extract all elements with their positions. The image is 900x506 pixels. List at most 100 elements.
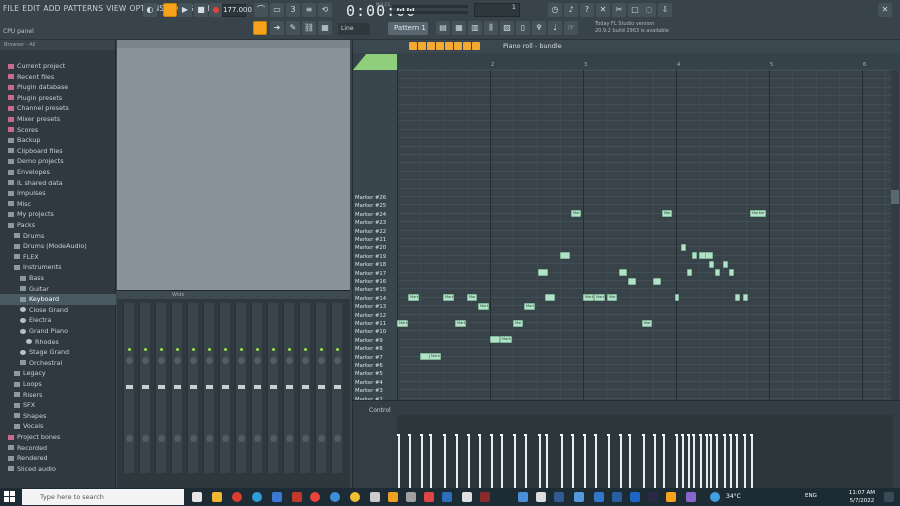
plug-icon[interactable]: ♆	[532, 21, 546, 35]
app-icon-5[interactable]	[388, 492, 398, 502]
send-knob[interactable]	[206, 435, 213, 442]
velocity-bar[interactable]	[750, 433, 753, 489]
pan-knob[interactable]	[254, 357, 261, 364]
mixer-strip[interactable]	[187, 303, 198, 473]
strip-enable-icon[interactable]	[128, 348, 131, 351]
send-knob[interactable]	[286, 435, 293, 442]
strip-enable-icon[interactable]	[240, 348, 243, 351]
velocity-bar[interactable]	[560, 433, 563, 489]
marker-key[interactable]: Marker #21	[355, 236, 397, 244]
vertical-scrollbar[interactable]	[891, 70, 899, 400]
app-icon-6[interactable]	[406, 492, 416, 502]
edge-icon[interactable]	[252, 492, 262, 502]
app-icon-8[interactable]	[462, 492, 472, 502]
fl-studio-taskbar-icon[interactable]	[666, 492, 676, 502]
marker-key[interactable]: Marker #24	[355, 211, 397, 219]
menu-item-edit[interactable]: EDIT	[22, 4, 40, 13]
note[interactable]: Mark	[408, 294, 419, 302]
send-knob[interactable]	[142, 435, 149, 442]
note[interactable]	[628, 277, 636, 285]
browser-item[interactable]: Drums	[0, 231, 116, 242]
strip-enable-icon[interactable]	[208, 348, 211, 351]
browser-item[interactable]: Bass	[0, 273, 116, 284]
note[interactable]: Mark	[583, 294, 594, 302]
zoom-tool-icon[interactable]	[463, 42, 471, 50]
marker-key[interactable]: Marker #13	[355, 303, 397, 311]
pencil-icon[interactable]: ✎	[286, 21, 300, 35]
note[interactable]	[735, 294, 740, 302]
note[interactable]: Mark	[594, 294, 605, 302]
volume-fader[interactable]	[334, 385, 341, 389]
mute-tool-icon[interactable]	[436, 42, 444, 50]
marker-key[interactable]: Marker #10	[355, 328, 397, 336]
master-pitch-slider[interactable]	[392, 11, 468, 14]
note[interactable]: Mark	[662, 210, 672, 218]
marker-key[interactable]: Marker #18	[355, 261, 397, 269]
marker-key[interactable]: Marker #15	[355, 286, 397, 294]
velocity-bar[interactable]	[594, 433, 597, 489]
strip-enable-icon[interactable]	[304, 348, 307, 351]
browser-item[interactable]: Demo projects	[0, 156, 116, 167]
velocity-bar[interactable]	[709, 433, 712, 489]
note[interactable]: Marker 2	[750, 210, 766, 218]
mixer-strip[interactable]	[155, 303, 166, 473]
play-tool-icon[interactable]	[472, 42, 480, 50]
browser-item[interactable]: Scores	[0, 125, 116, 136]
velocity-bar[interactable]	[538, 433, 541, 489]
note[interactable]	[619, 269, 627, 277]
browser-item[interactable]: Vocals	[0, 421, 116, 432]
menu-item-add[interactable]: ADD	[43, 4, 60, 13]
pan-knob[interactable]	[190, 357, 197, 364]
note[interactable]	[743, 294, 748, 302]
online-icon[interactable]: ◷	[548, 3, 562, 17]
marker-key[interactable]: Marker #23	[355, 219, 397, 227]
mixer-strip[interactable]	[139, 303, 150, 473]
marker-key[interactable]: Marker #3	[355, 387, 397, 395]
language-indicator[interactable]: ENG	[805, 493, 817, 499]
send-knob[interactable]	[174, 435, 181, 442]
marker-key[interactable]: Marker #5	[355, 370, 397, 378]
note[interactable]: Mark	[571, 210, 581, 218]
control-select[interactable]: Control	[369, 407, 391, 414]
strip-enable-icon[interactable]	[288, 348, 291, 351]
mic-record-icon[interactable]: ♩	[548, 21, 562, 35]
wait-input-icon[interactable]: ▭	[270, 3, 284, 17]
app-icon-2[interactable]	[330, 492, 340, 502]
volume-fader[interactable]	[302, 385, 309, 389]
mixer-strip[interactable]	[299, 303, 310, 473]
note[interactable]: Mark	[455, 319, 466, 327]
mixer-strip[interactable]	[331, 303, 342, 473]
app-icon-3[interactable]	[350, 492, 360, 502]
browser-item[interactable]: Recent files	[0, 72, 116, 83]
strip-enable-icon[interactable]	[224, 348, 227, 351]
task-view-icon[interactable]	[192, 492, 202, 502]
note[interactable]	[545, 294, 555, 302]
plugin-icon[interactable]: ▦	[318, 21, 332, 35]
mixer-strip[interactable]	[219, 303, 230, 473]
send-knob[interactable]	[190, 435, 197, 442]
mixer-strip[interactable]	[235, 303, 246, 473]
marker-key[interactable]: Marker #8	[355, 345, 397, 353]
mixer-strip[interactable]	[171, 303, 182, 473]
file-icon[interactable]: ▯	[516, 21, 530, 35]
pan-knob[interactable]	[174, 357, 181, 364]
volume-fader[interactable]	[222, 385, 229, 389]
taskbar-clock[interactable]: 11:07 AM 5/7/2022	[849, 489, 875, 505]
note[interactable]	[538, 269, 548, 277]
file-explorer-icon[interactable]	[212, 492, 222, 502]
snap-select[interactable]: Line	[338, 23, 370, 35]
touch-icon[interactable]: ☞	[564, 21, 578, 35]
pattern-mode-button[interactable]	[163, 3, 177, 17]
note[interactable]: Mark	[478, 302, 489, 310]
pan-knob[interactable]	[142, 357, 149, 364]
volume-fader[interactable]	[254, 385, 261, 389]
app-icon-9[interactable]	[480, 492, 490, 502]
note[interactable]	[709, 260, 714, 268]
marker-key[interactable]: Marker #22	[355, 228, 397, 236]
velocity-bar[interactable]	[681, 433, 684, 489]
piano-roll-ruler[interactable]: 2 3 4 5 6	[397, 62, 893, 70]
record-icon[interactable]: ●	[209, 3, 223, 17]
volume-fader[interactable]	[318, 385, 325, 389]
marker-key[interactable]: Marker #9	[355, 337, 397, 345]
velocity-bar[interactable]	[429, 433, 432, 489]
